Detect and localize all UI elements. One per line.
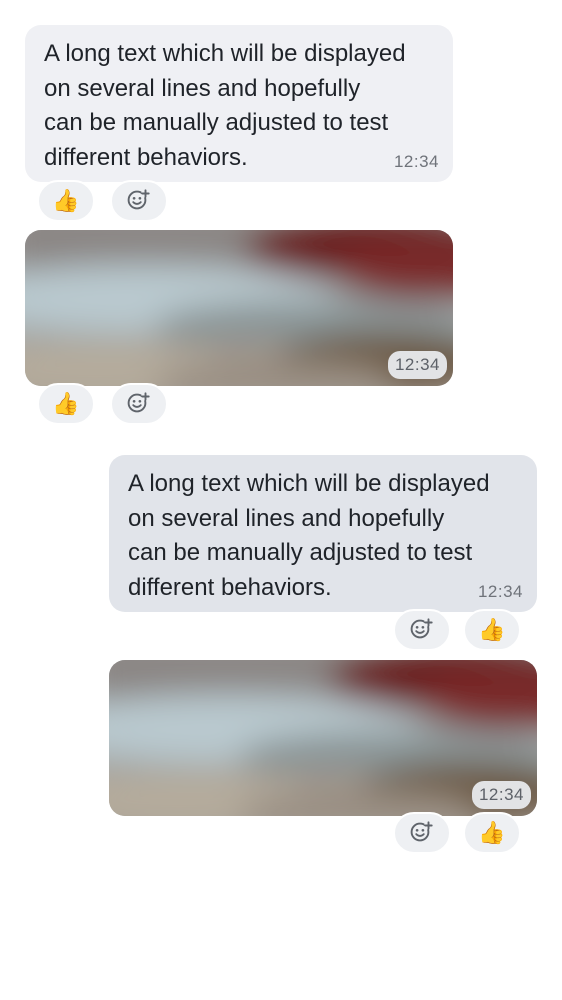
reaction-thumbs-up[interactable]: 👍 — [37, 383, 95, 425]
add-reaction-icon — [410, 820, 434, 842]
message-bubble-incoming-text[interactable]: A long text which will be displayed on s… — [25, 25, 453, 182]
message-timestamp: 12:34 — [477, 582, 523, 601]
reaction-thumbs-up[interactable]: 👍 — [463, 812, 521, 854]
thumbs-up-icon: 👍 — [478, 617, 506, 642]
add-reaction-icon — [410, 617, 434, 639]
add-reaction-icon — [127, 188, 151, 210]
message-bubble-outgoing-image[interactable]: 12:34 — [109, 660, 537, 816]
message-timestamp: 12:34 — [387, 351, 447, 379]
reaction-thumbs-up[interactable]: 👍 — [37, 180, 95, 222]
add-reaction-icon — [127, 391, 151, 413]
message-body: A long text which will be displayed on s… — [128, 470, 490, 601]
thumbs-up-icon: 👍 — [478, 820, 506, 845]
add-reaction-button[interactable] — [393, 812, 451, 854]
thumbs-up-icon: 👍 — [52, 391, 80, 416]
message-timestamp: 12:34 — [471, 781, 531, 809]
message-bubble-outgoing-text[interactable]: A long text which will be displayed on s… — [109, 455, 537, 612]
add-reaction-button[interactable] — [393, 609, 451, 651]
reaction-thumbs-up[interactable]: 👍 — [463, 609, 521, 651]
message-body: A long text which will be displayed on s… — [44, 40, 406, 171]
add-reaction-button[interactable] — [110, 180, 168, 222]
add-reaction-button[interactable] — [110, 383, 168, 425]
thumbs-up-icon: 👍 — [52, 188, 80, 213]
message-bubble-incoming-image[interactable]: 12:34 — [25, 230, 453, 386]
message-timestamp: 12:34 — [393, 152, 439, 171]
message-timeline: A long text which will be displayed on s… — [0, 0, 562, 1000]
